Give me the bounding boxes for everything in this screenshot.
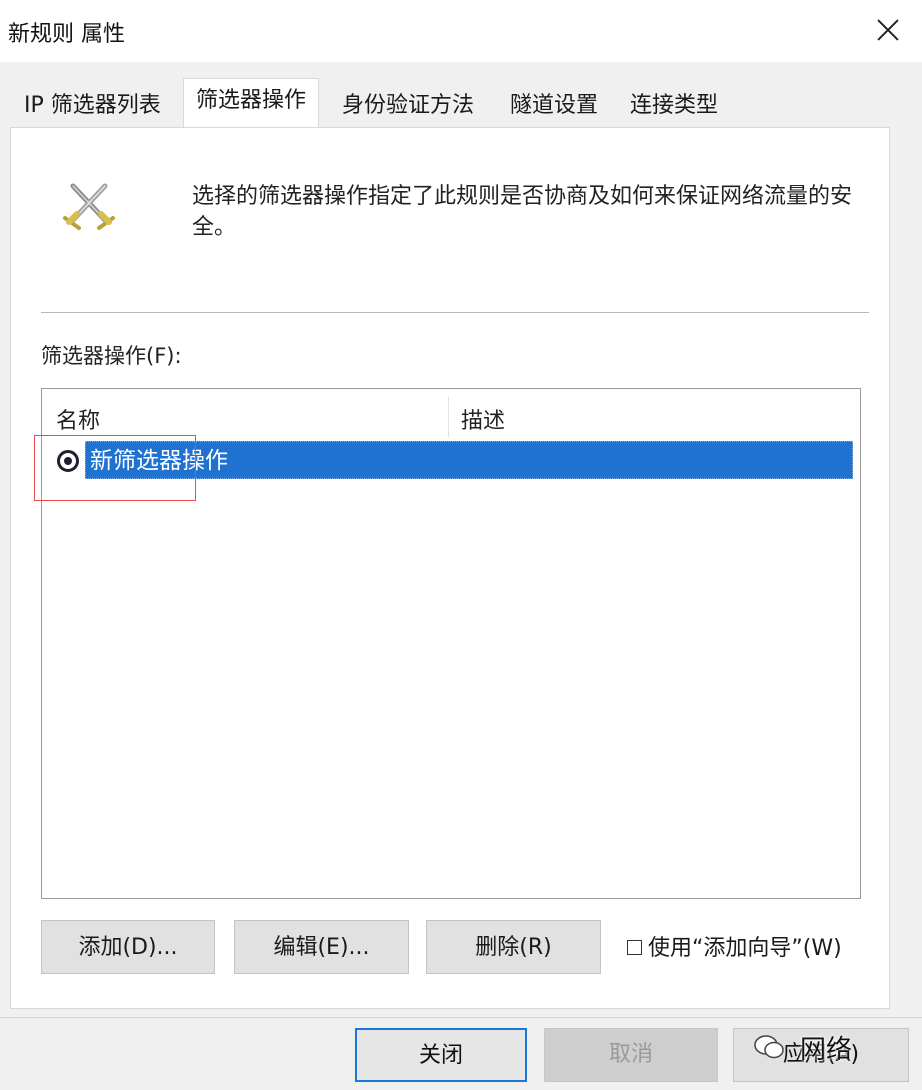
tab-strip: IP 筛选器列表 筛选器操作 身份验证方法 隧道设置 连接类型 (0, 78, 922, 129)
checkbox-unchecked-icon[interactable] (627, 939, 642, 955)
tab-filter-action[interactable]: 筛选器操作 (183, 78, 320, 129)
column-header-name[interactable]: 名称 (56, 403, 100, 435)
crossed-swords-icon (63, 183, 115, 230)
window-title: 新规则 属性 (8, 22, 125, 47)
footer-divider (0, 1017, 922, 1018)
column-header-description[interactable]: 描述 (461, 403, 505, 435)
column-separator[interactable] (448, 397, 449, 437)
add-button[interactable]: 添加(D)... (41, 920, 215, 974)
separator (41, 312, 869, 313)
tab-tunnel-settings[interactable]: 隧道设置 (508, 86, 600, 126)
tab-panel: 选择的筛选器操作指定了此规则是否协商及如何来保证网络流量的安全。 筛选器操作(F… (10, 127, 890, 1009)
tab-connection-type[interactable]: 连接类型 (628, 86, 720, 126)
tab-authentication-methods[interactable]: 身份验证方法 (340, 86, 476, 126)
cancel-button[interactable]: 取消 (544, 1028, 718, 1082)
rule-description: 选择的筛选器操作指定了此规则是否协商及如何来保证网络流量的安全。 (192, 184, 853, 240)
close-icon[interactable] (872, 14, 904, 46)
title-bar: 新规则 属性 (0, 0, 922, 62)
close-button[interactable]: 关闭 (355, 1028, 527, 1082)
edit-button[interactable]: 编辑(E)... (234, 920, 409, 974)
filter-action-label: 筛选器操作(F): (41, 344, 182, 368)
watermark-text: 网络 (800, 1035, 853, 1065)
use-add-wizard-label: 使用“添加向导”(W) (648, 936, 842, 961)
use-add-wizard-checkbox[interactable]: 使用“添加向导”(W) (627, 934, 842, 964)
annotation-highlight-box (34, 435, 196, 501)
list-item-selected[interactable]: 新筛选器操作 (85, 441, 853, 479)
filter-action-list[interactable]: 名称 描述 新筛选器操作 (34, 388, 861, 899)
dialog-window: 新规则 属性 IP 筛选器列表 筛选器操作 身份验证方法 隧道设置 连接类型 选… (0, 0, 922, 1090)
wechat-icon (754, 1035, 784, 1059)
delete-button[interactable]: 删除(R) (426, 920, 601, 974)
tab-ip-filter-list[interactable]: IP 筛选器列表 (22, 86, 163, 126)
